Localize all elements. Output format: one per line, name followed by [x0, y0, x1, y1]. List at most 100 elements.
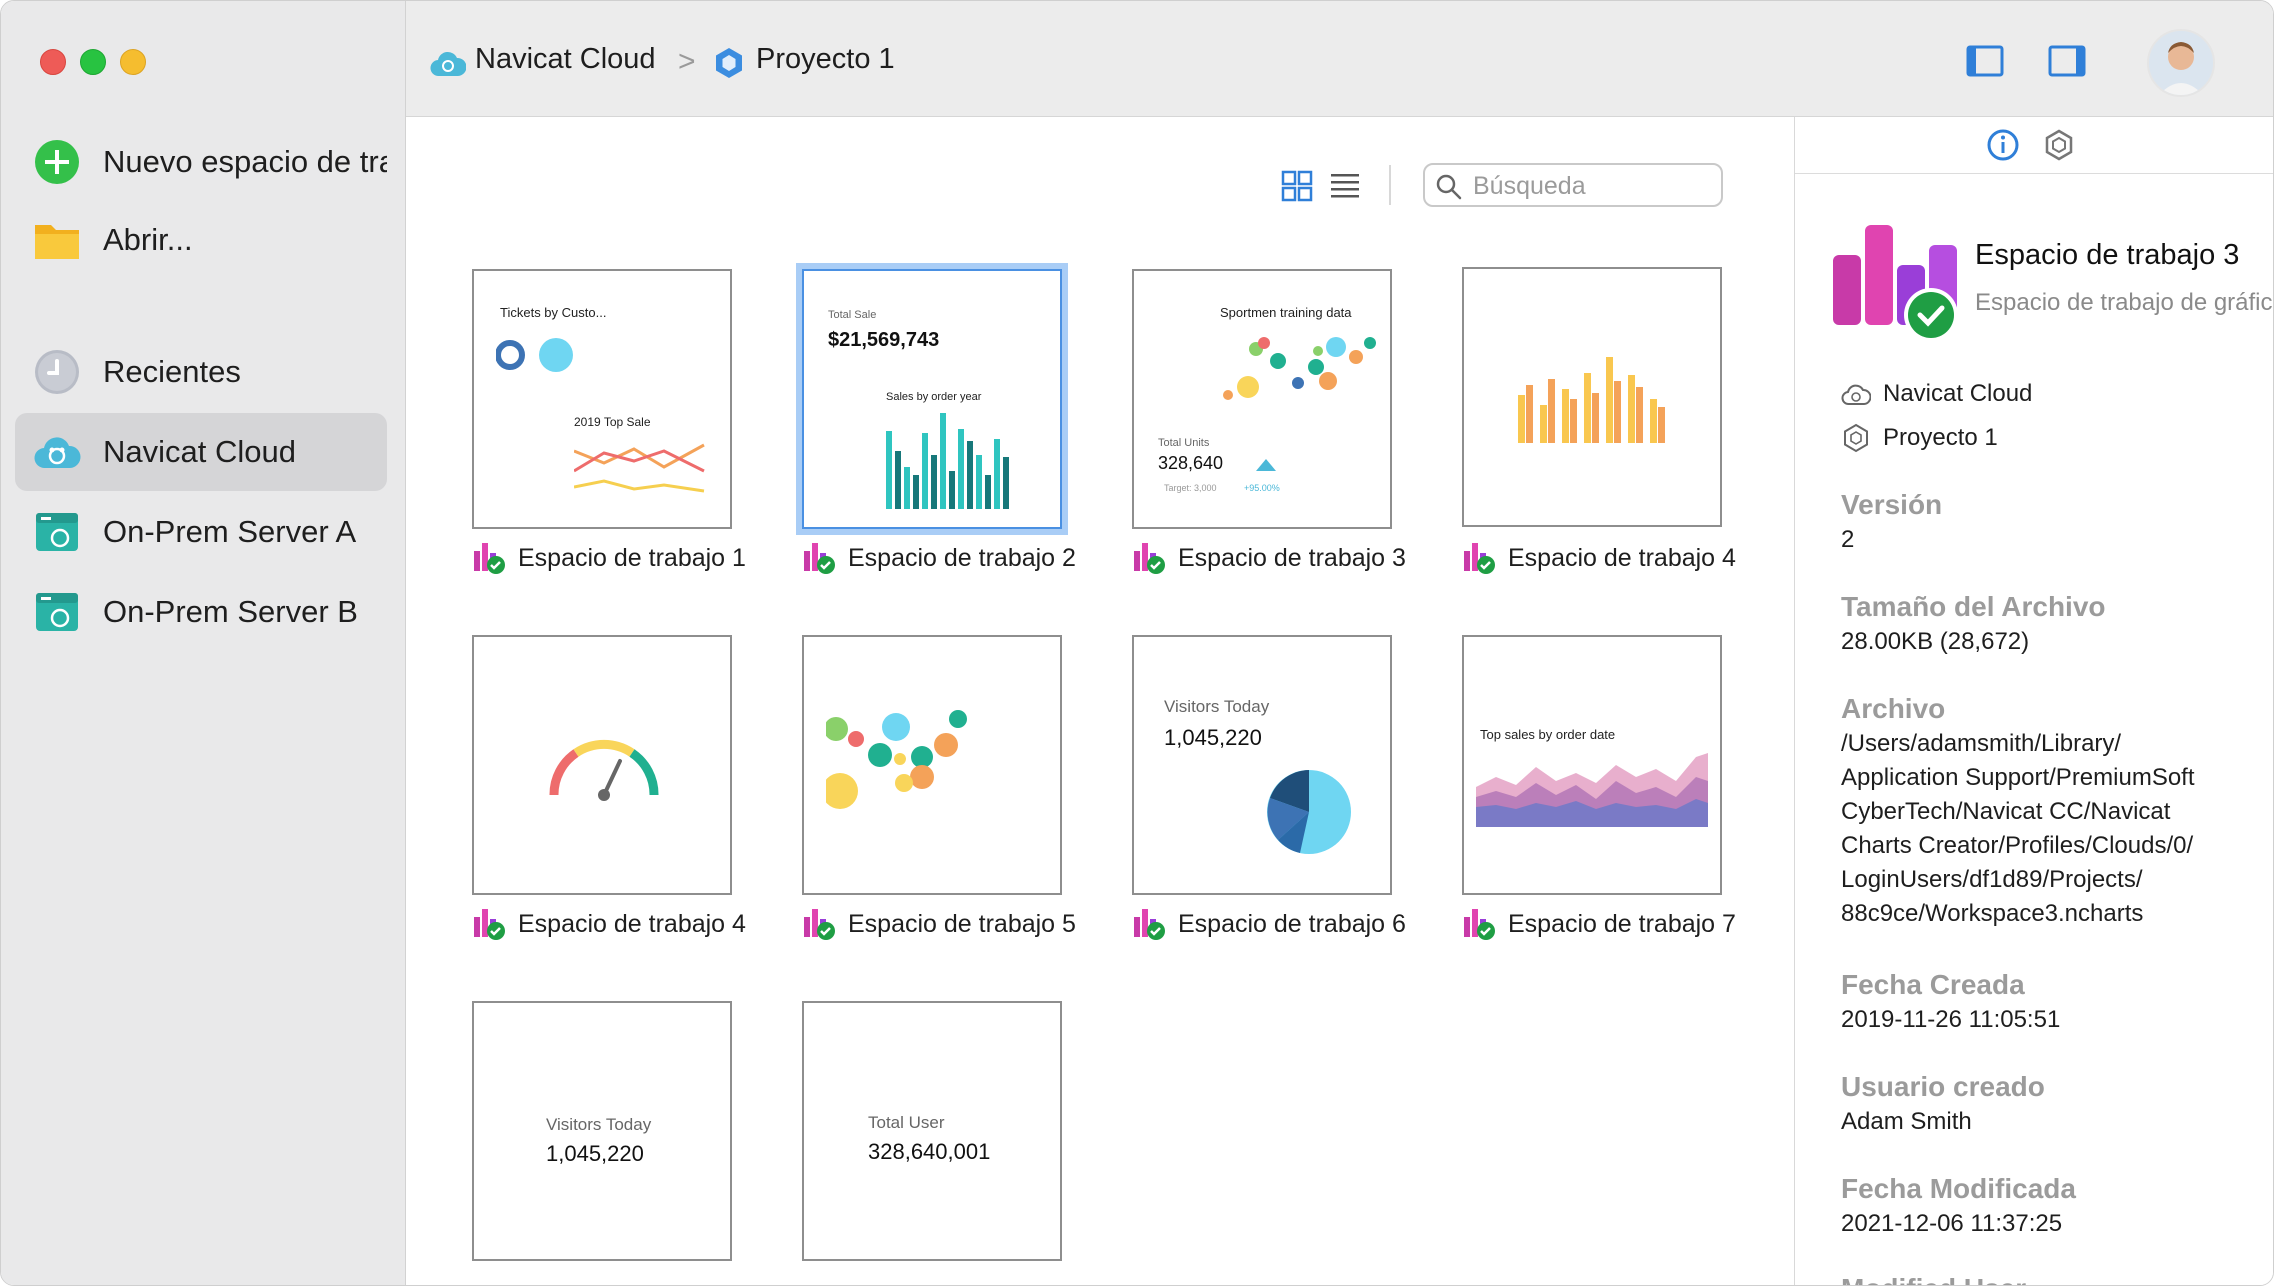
zoom-window-button[interactable] — [80, 49, 106, 75]
workspace-grid-area: Tickets by Custo... 2019 Top Sale Espaci… — [406, 117, 1794, 1285]
breadcrumb-project[interactable]: Proyecto 1 — [756, 43, 895, 76]
thumb-title: Sportmen training data — [1220, 305, 1352, 320]
sidebar-item-server-a[interactable]: On-Prem Server A — [15, 493, 387, 571]
workspace-label[interactable]: Espacio de trabajo 3 — [1178, 544, 1406, 573]
workspace-card-4[interactable] — [1462, 267, 1722, 527]
search-input[interactable] — [1471, 171, 1715, 201]
workspace-label[interactable]: Espacio de trabajo 4 — [518, 910, 746, 939]
hexagon-outline-icon — [1844, 423, 1868, 453]
field-label-size: Tamaño del Archivo — [1841, 591, 2106, 622]
thumb-value: 1,045,220 — [546, 1141, 644, 1166]
workspace-label[interactable]: Espacio de trabajo 5 — [848, 910, 1076, 939]
search-field[interactable] — [1423, 163, 1723, 207]
chevron-right-icon: > — [678, 45, 696, 78]
workspace-file-icon — [804, 909, 835, 940]
thumb-title: Total Sale — [828, 309, 877, 321]
field-value-modified-date: 2021-12-06 11:37:25 — [1841, 1210, 2063, 1237]
folder-icon — [33, 216, 81, 264]
list-view-icon[interactable] — [1328, 169, 1362, 203]
sidebar-item-label: Recientes — [103, 354, 241, 389]
workspace-label[interactable]: Espacio de trabajo 1 — [518, 544, 746, 573]
field-value-version: 2 — [1841, 526, 1855, 553]
workspace-card-10[interactable]: Total User 328,640,001 — [802, 1001, 1062, 1261]
field-value-created-user: Adam Smith — [1841, 1108, 1972, 1135]
workspace-label[interactable]: Espacio de trabajo 4 — [1508, 544, 1736, 573]
inspector-location-project: Proyecto 1 — [1883, 424, 1998, 451]
workspace-file-icon — [1134, 543, 1165, 574]
sidebar-item-label: Abrir... — [103, 222, 193, 257]
search-icon — [1436, 174, 1462, 200]
sidebar-item-label: On-Prem Server B — [103, 594, 358, 629]
inspector-tabs — [1795, 117, 2273, 174]
field-label-file: Archivo — [1841, 693, 1946, 724]
thumb-target: Target: 3,000 — [1164, 483, 1217, 493]
workspace-card-2[interactable]: Total Sale $21,569,743 Sales by order ye… — [796, 263, 1068, 535]
toolbar: Navicat Cloud > Proyecto 1 — [406, 1, 2273, 117]
sidebar-item-label: Navicat Cloud — [103, 434, 296, 469]
sidebar-item-new-workspace[interactable]: Nuevo espacio de trabajo — [15, 123, 387, 201]
close-window-button[interactable] — [40, 49, 66, 75]
cloud-icon — [33, 428, 81, 476]
field-value-size: 28.00KB (28,672) — [1841, 628, 2030, 655]
server-icon — [33, 588, 81, 636]
field-label-modified-user: Modified User — [1841, 1273, 2026, 1285]
sidebar-item-recents[interactable]: Recientes — [15, 333, 387, 411]
workspace-file-icon — [1464, 543, 1495, 574]
app-window: Nuevo espacio de trabajo Abrir... Recien… — [0, 0, 2274, 1286]
clock-icon — [33, 348, 81, 396]
workspace-file-icon — [474, 909, 505, 940]
donut-chart-thumbnail — [496, 338, 573, 372]
workspace-card-3[interactable]: Sportmen training data Total Units 328,6… — [1132, 269, 1392, 529]
thumb-title: Visitors Today — [1164, 697, 1270, 716]
thumb-delta: +95.00% — [1244, 483, 1280, 493]
info-icon[interactable] — [1985, 127, 2021, 163]
thumb-value: 1,045,220 — [1164, 725, 1262, 750]
hexagon-settings-icon[interactable] — [2041, 127, 2077, 163]
sidebar: Nuevo espacio de trabajo Abrir... Recien… — [1, 1, 406, 1285]
field-value-file: /Users/adamsmith/Library/ Application Su… — [1841, 730, 2195, 927]
minimize-window-button[interactable] — [120, 49, 146, 75]
bar-chart-thumbnail — [886, 413, 1009, 509]
toolbar-divider — [1389, 165, 1391, 205]
thumb-metric-label: Total Units — [1158, 437, 1210, 449]
sidebar-item-open[interactable]: Abrir... — [15, 201, 387, 279]
thumb-value: $21,569,743 — [828, 329, 940, 351]
user-avatar[interactable] — [2147, 29, 2215, 97]
toggle-right-sidebar-icon[interactable] — [2047, 43, 2087, 79]
field-label-modified-date: Fecha Modificada — [1841, 1173, 2076, 1204]
thumb-title: Visitors Today — [546, 1115, 652, 1134]
workspace-file-icon — [474, 543, 505, 574]
workspace-card-8[interactable]: Top sales by order date — [1462, 635, 1722, 895]
workspace-file-icon — [1464, 909, 1495, 940]
pie-chart-thumbnail — [1267, 770, 1351, 854]
sidebar-item-label: On-Prem Server A — [103, 514, 357, 549]
inspector-subtitle: Espacio de trabajo de gráficos — [1975, 289, 2274, 316]
workspace-label[interactable]: Espacio de trabajo 6 — [1178, 910, 1406, 939]
thumb-title: Top sales by order date — [1480, 727, 1616, 742]
workspace-card-5[interactable] — [472, 635, 732, 895]
workspace-card-6[interactable] — [802, 635, 1062, 895]
thumb-title: Tickets by Custo... — [500, 305, 607, 320]
inspector-panel: Espacio de trabajo 3 Espacio de trabajo … — [1794, 117, 2274, 1285]
sidebar-item-navicat-cloud[interactable]: Navicat Cloud — [15, 413, 387, 491]
bar-chart-thumbnail — [1518, 357, 1665, 443]
plus-circle-icon — [33, 138, 81, 186]
sidebar-item-label: Nuevo espacio de trabajo — [103, 144, 387, 179]
workspace-card-1[interactable]: Tickets by Custo... 2019 Top Sale — [472, 269, 732, 529]
toggle-left-sidebar-icon[interactable] — [1965, 43, 2005, 79]
workspace-card-9[interactable]: Visitors Today 1,045,220 — [472, 1001, 732, 1261]
project-hexagon-icon — [716, 48, 742, 78]
workspace-label[interactable]: Espacio de trabajo 7 — [1508, 910, 1736, 939]
scatter-chart-thumbnail — [1223, 337, 1376, 400]
area-chart-thumbnail — [1476, 753, 1708, 827]
breadcrumb-navicat-cloud[interactable]: Navicat Cloud — [475, 43, 656, 76]
thumb-subtitle: Sales by order year — [886, 391, 982, 403]
workspace-label[interactable]: Espacio de trabajo 2 — [848, 544, 1076, 573]
sidebar-item-server-b[interactable]: On-Prem Server B — [15, 573, 387, 651]
workspace-card-7[interactable]: Visitors Today 1,045,220 — [1132, 635, 1392, 895]
thumb-value: 328,640 — [1158, 453, 1224, 473]
cloud-icon — [430, 51, 466, 77]
grid-view-icon[interactable] — [1280, 169, 1314, 203]
thumb-subtitle: 2019 Top Sale — [574, 415, 651, 429]
field-label-version: Versión — [1841, 489, 1943, 520]
